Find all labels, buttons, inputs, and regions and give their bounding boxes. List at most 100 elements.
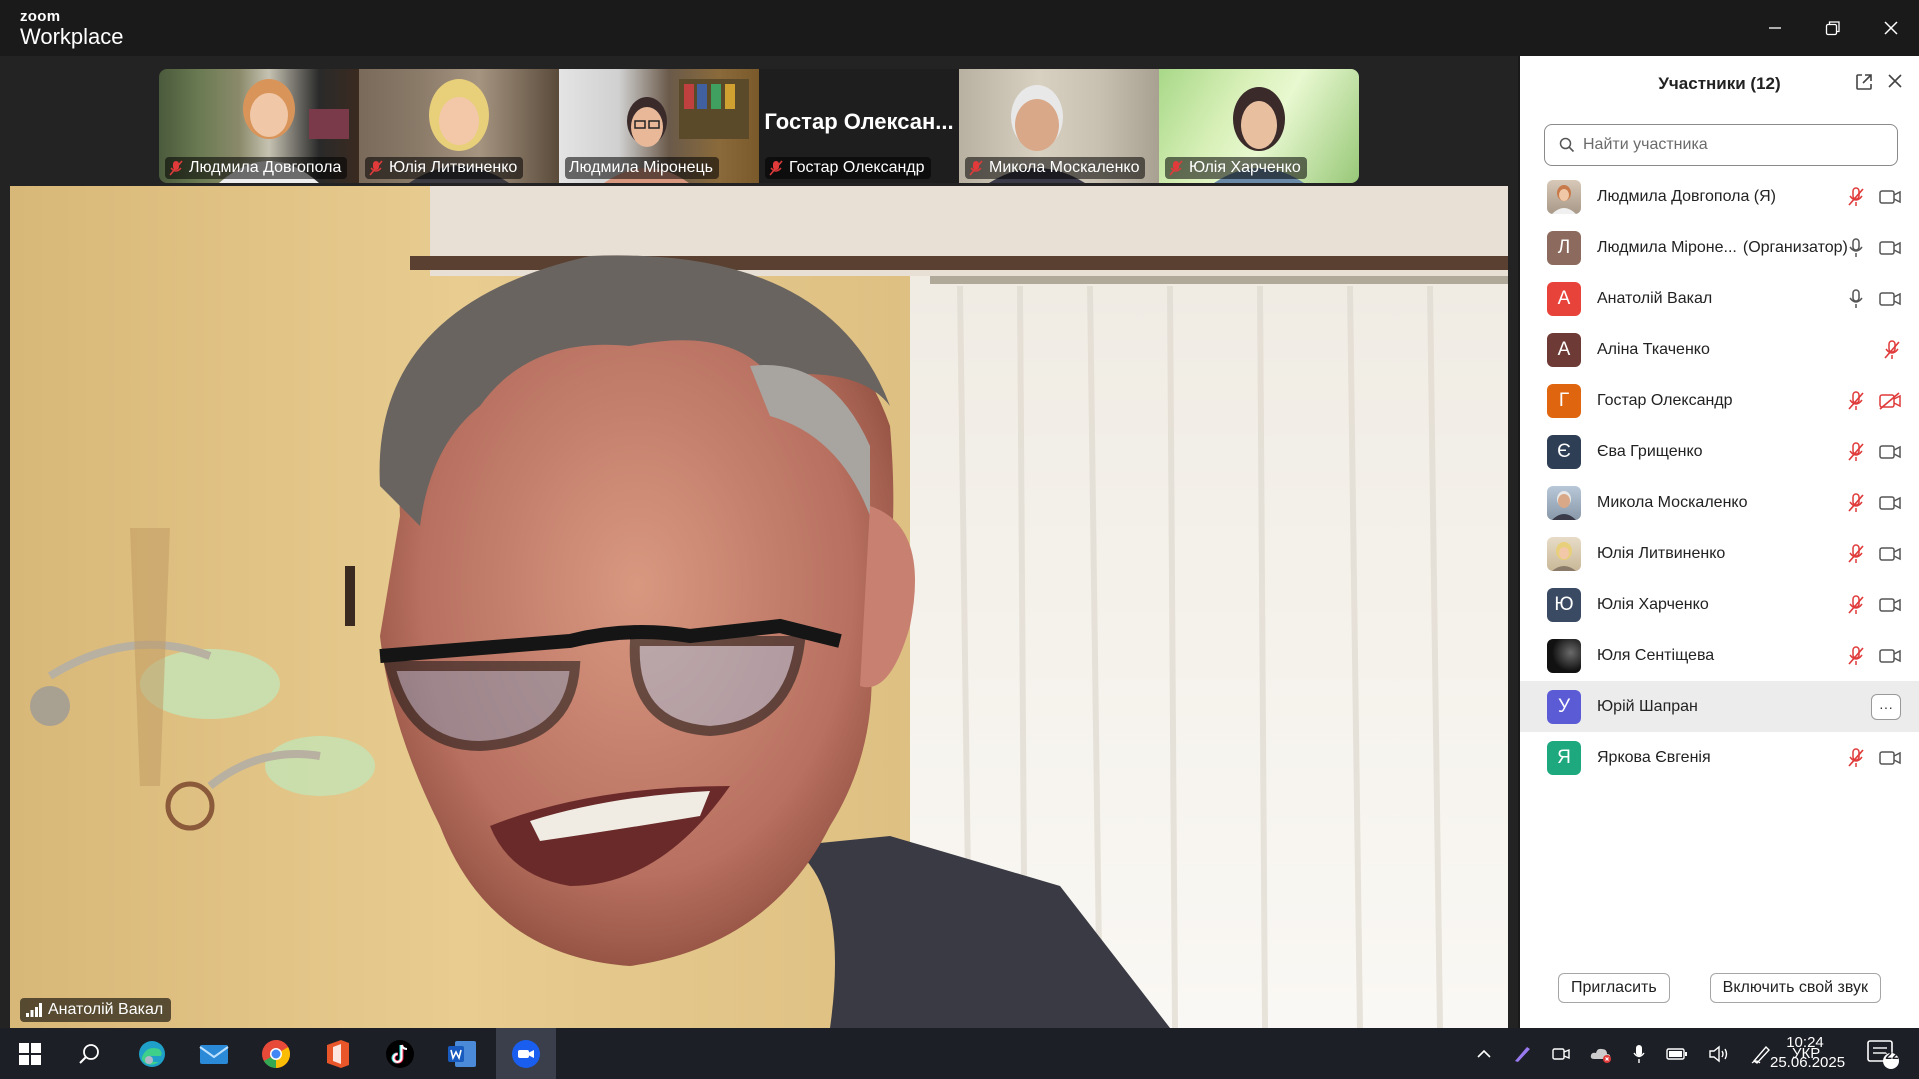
participant-role: (Организатор): [1742, 238, 1848, 256]
search-input[interactable]: [1583, 136, 1883, 154]
close-icon: [1884, 21, 1898, 35]
participant-name: Юрій Шапран: [1597, 697, 1698, 715]
start-button[interactable]: [4, 1028, 56, 1079]
logo-zoom-text: zoom: [20, 8, 61, 25]
panel-footer: Пригласить Включить свой звук: [1520, 948, 1919, 1028]
participant-name: Людмила Міроне...: [1597, 238, 1737, 256]
mail-icon: [199, 1044, 229, 1064]
windows-taskbar: УКР 10:24 25.06.2025 22: [0, 1028, 1919, 1079]
unmute-myself-button[interactable]: Включить свой звук: [1709, 973, 1881, 1003]
avatar: [1547, 179, 1581, 214]
popout-icon: [1856, 74, 1872, 90]
notifications-button[interactable]: 22: [1866, 1028, 1900, 1079]
participant-row[interactable]: Юлія Литвиненко: [1520, 528, 1919, 579]
popout-button[interactable]: [1854, 72, 1874, 97]
microphone-tray-icon[interactable]: [1632, 1044, 1646, 1064]
avatar-initial: У: [1557, 695, 1571, 717]
participant-row[interactable]: У Юрій Шапран ···: [1520, 681, 1919, 732]
participant-name: Людмила Довгопола (Я): [1597, 187, 1776, 205]
participant-thumbnail[interactable]: Людмила Міронець: [559, 69, 759, 183]
restore-button[interactable]: [1804, 0, 1862, 56]
participant-row[interactable]: Юля Сентіщева: [1520, 630, 1919, 681]
participant-row[interactable]: Г Гостар Олександр: [1520, 375, 1919, 426]
mail-app[interactable]: [188, 1028, 240, 1079]
avatar-initial: А: [1557, 287, 1571, 309]
minimize-button[interactable]: [1746, 0, 1804, 56]
participant-row[interactable]: Ю Юлія Харченко: [1520, 579, 1919, 630]
participant-name: Єва Грищенко: [1597, 442, 1703, 460]
pen-icon[interactable]: [1512, 1044, 1532, 1064]
pen-input-icon[interactable]: [1750, 1043, 1772, 1065]
video-camera-icon: [1879, 189, 1901, 204]
close-window-button[interactable]: [1862, 0, 1919, 56]
participant-thumbnail[interactable]: Микола Москаленко: [959, 69, 1159, 183]
camera-tray-icon[interactable]: [1552, 1046, 1570, 1062]
mic-muted-icon: [369, 160, 383, 176]
mic-muted-icon: [1848, 543, 1864, 563]
search-icon: [1559, 137, 1575, 153]
participant-thumbnail[interactable]: Гостар Олексан... Гостар Олександр: [759, 69, 959, 183]
participant-name-tag: Людмила Міронець: [565, 157, 720, 179]
participant-thumbnail[interactable]: Юлія Литвиненко: [359, 69, 559, 183]
avatar-initial: Я: [1557, 746, 1571, 768]
chrome-app[interactable]: [250, 1028, 302, 1079]
participant-name: Гостар Олександр: [1597, 391, 1733, 409]
zoom-app[interactable]: [496, 1028, 556, 1079]
avatar: А: [1547, 332, 1581, 367]
zoom-workplace-logo: zoom Workplace: [20, 9, 124, 48]
mic-muted-icon: [1848, 594, 1864, 614]
participant-row[interactable]: Я Яркова Євгенія: [1520, 732, 1919, 783]
avatar-initial: Є: [1557, 440, 1571, 462]
panel-title: Участники (12): [1658, 74, 1781, 93]
participant-thumbnail[interactable]: Юлія Харченко: [1159, 69, 1359, 183]
participant-row[interactable]: А Анатолій Вакал: [1520, 273, 1919, 324]
word-app[interactable]: [436, 1028, 488, 1079]
close-icon: [1888, 74, 1902, 88]
avatar: [1547, 485, 1581, 520]
office-app[interactable]: [312, 1028, 364, 1079]
participant-row[interactable]: Л Людмила Міроне... (Организатор): [1520, 222, 1919, 273]
participant-search[interactable]: [1544, 124, 1898, 166]
windows-logo-icon: [19, 1042, 41, 1065]
participant-row[interactable]: Микола Москаленко: [1520, 477, 1919, 528]
edge-icon: [139, 1040, 165, 1067]
mic-muted-icon: [1848, 747, 1864, 767]
avatar: Є: [1547, 434, 1581, 469]
edge-app[interactable]: [126, 1028, 178, 1079]
participant-row[interactable]: А Аліна Ткаченко: [1520, 324, 1919, 375]
clock-date: 25.06.2025: [1770, 1054, 1846, 1071]
volume-icon[interactable]: [1708, 1045, 1730, 1063]
video-area: Людмила Довгопола Юлія Литвиненко Людмил…: [0, 56, 1518, 1028]
office-icon: [327, 1039, 349, 1068]
invite-button[interactable]: Пригласить: [1558, 973, 1670, 1003]
avatar: [1547, 536, 1581, 571]
close-panel-button[interactable]: [1886, 72, 1904, 95]
mic-muted-icon: [969, 160, 983, 176]
notification-count: 22: [1885, 1048, 1899, 1062]
participants-panel: Участники (12) Людмила Довгопола (Я) Л Л…: [1520, 56, 1919, 1028]
more-icon: ···: [1879, 698, 1893, 715]
participant-name-tag: Юлія Харченко: [1165, 157, 1307, 179]
participant-name: Людмила Міронець: [569, 159, 714, 176]
onedrive-icon[interactable]: [1590, 1045, 1612, 1063]
restore-icon: [1825, 21, 1840, 36]
mic-muted-icon: [1848, 645, 1864, 665]
system-tray: УКР: [1476, 1028, 1820, 1079]
participant-row[interactable]: Людмила Довгопола (Я): [1520, 171, 1919, 222]
participant-list: Людмила Довгопола (Я) Л Людмила Міроне..…: [1520, 171, 1919, 783]
participant-row[interactable]: Є Єва Грищенко: [1520, 426, 1919, 477]
clock[interactable]: 10:24 25.06.2025: [1770, 1033, 1846, 1073]
more-options-button[interactable]: ···: [1871, 693, 1901, 720]
video-camera-icon: [1879, 240, 1901, 255]
video-camera-icon: [1879, 648, 1901, 663]
tiktok-app[interactable]: [374, 1028, 426, 1079]
participant-name: Юлія Харченко: [1189, 159, 1301, 176]
avatar: Я: [1547, 740, 1581, 775]
participant-name-tag: Микола Москаленко: [965, 157, 1146, 179]
chevron-up-icon[interactable]: [1476, 1049, 1492, 1059]
search-taskbar-button[interactable]: [64, 1028, 116, 1079]
participant-thumbnail[interactable]: Людмила Довгопола: [159, 69, 359, 183]
participant-name: Микола Москаленко: [989, 159, 1140, 176]
battery-icon[interactable]: [1666, 1047, 1688, 1061]
main-speaker-video[interactable]: Анатолій Вакал: [10, 186, 1508, 1028]
